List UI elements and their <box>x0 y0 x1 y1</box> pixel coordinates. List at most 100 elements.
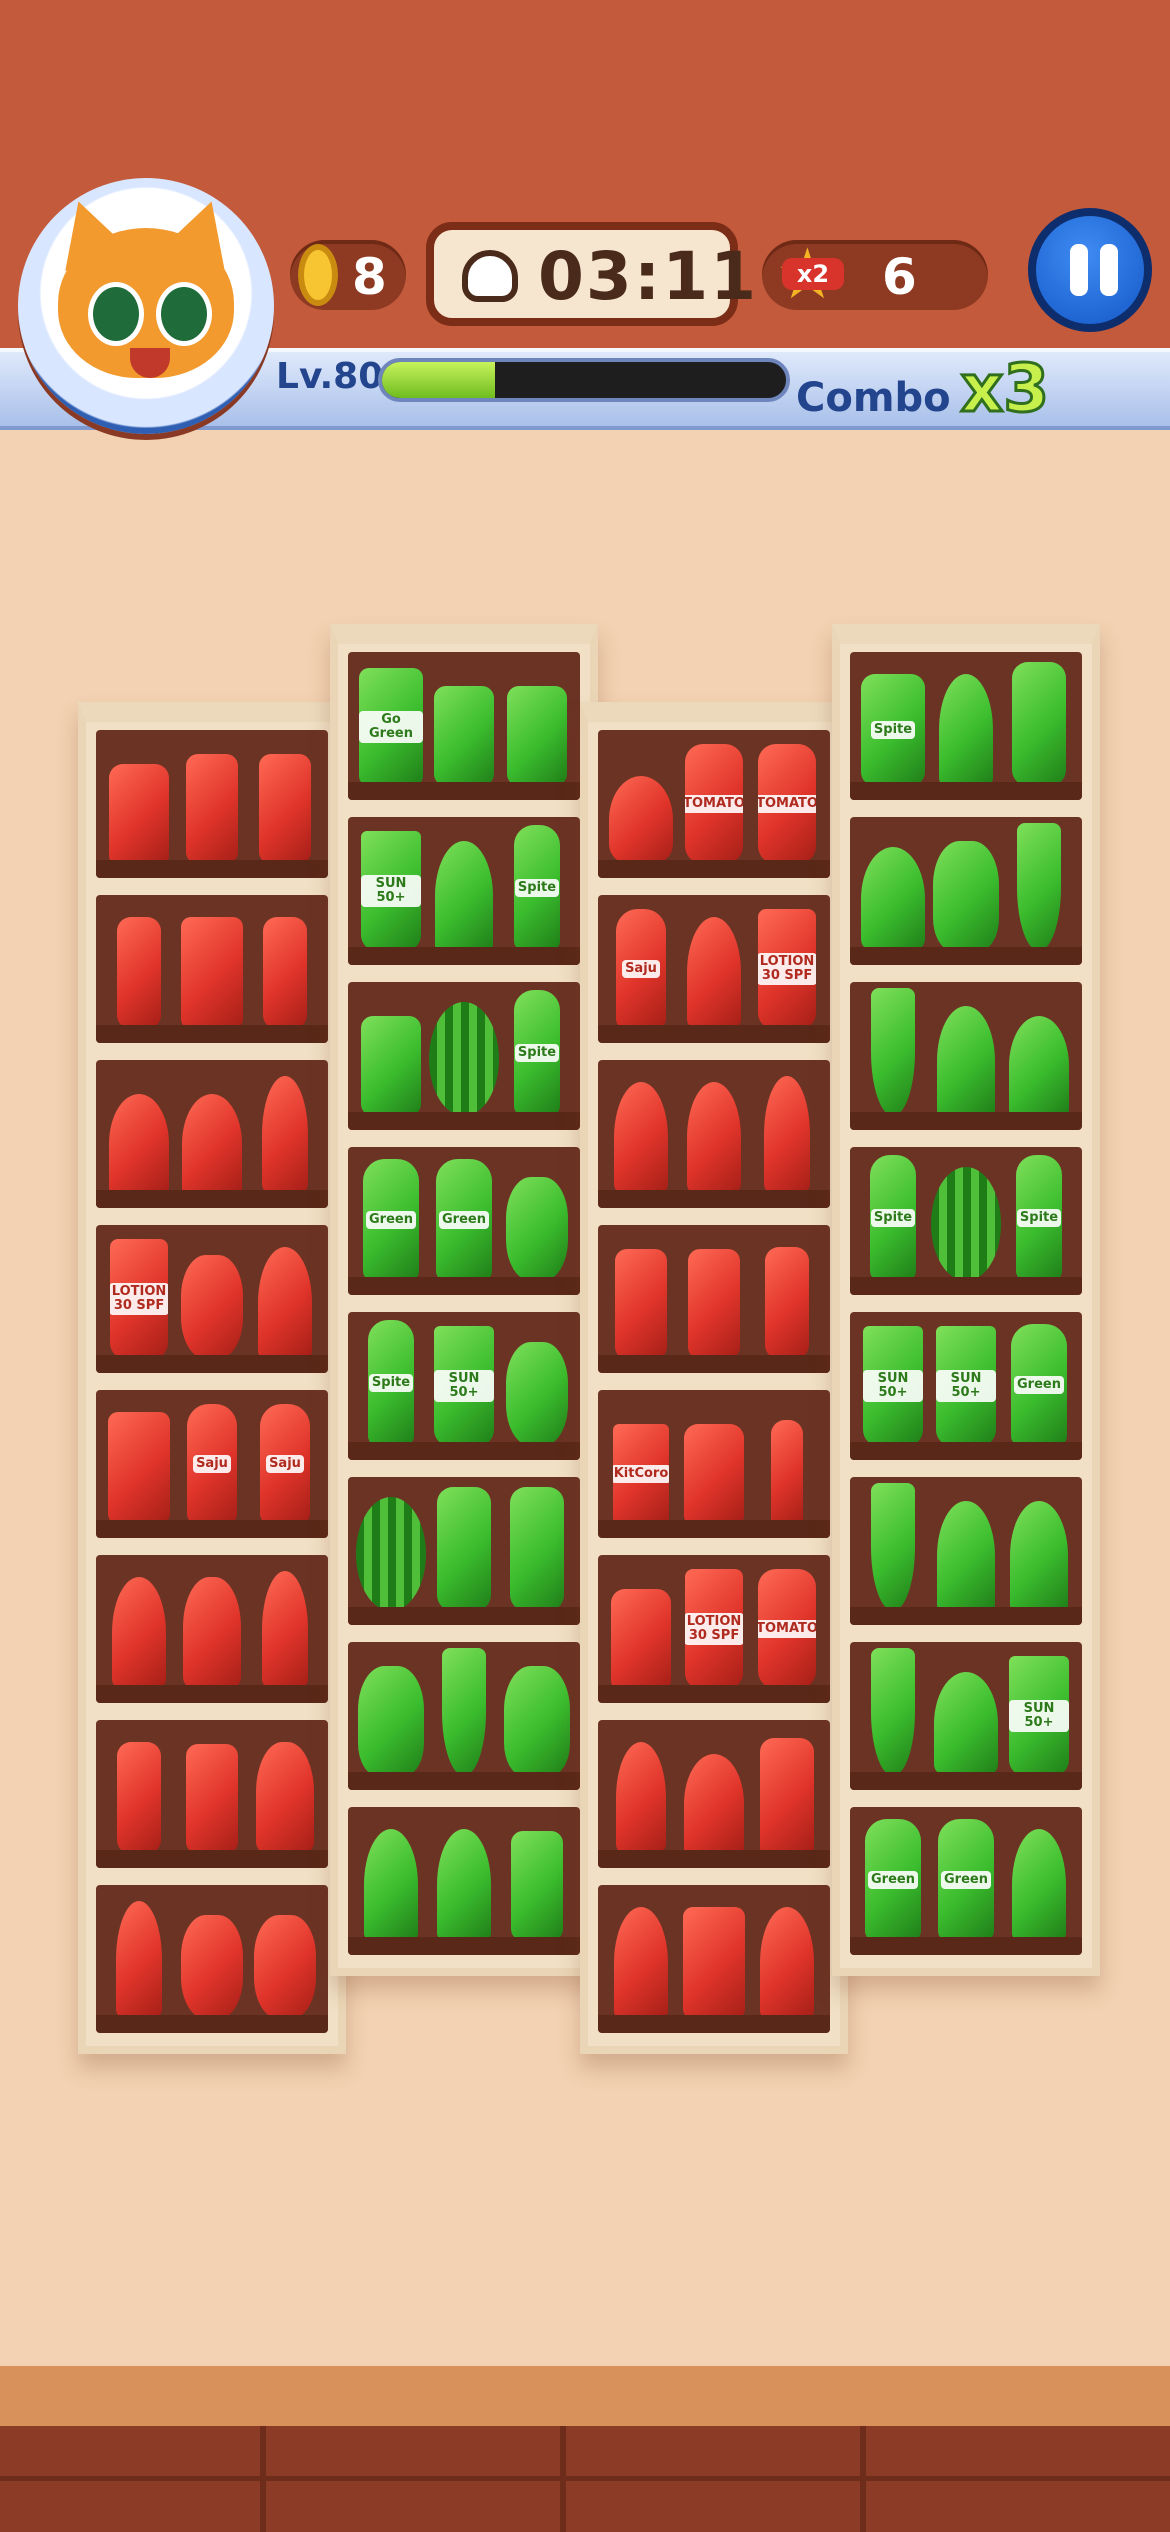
green-vase-icon[interactable] <box>931 841 1001 951</box>
red-soju-bottle-icon[interactable]: Saju <box>177 1404 247 1524</box>
red-thermos-icon[interactable] <box>250 917 320 1029</box>
red-lipstick-icon[interactable] <box>752 1420 822 1524</box>
green-cupcake-icon[interactable] <box>931 1672 1001 1776</box>
green-bottle-icon[interactable]: Green <box>429 1159 499 1281</box>
shelf-cell[interactable] <box>348 1807 580 1955</box>
green-pencil-icon[interactable] <box>858 988 928 1116</box>
red-soju-bottle-icon[interactable]: Saju <box>250 1404 320 1524</box>
red-rocket-icon[interactable] <box>679 917 749 1029</box>
green-soda-bottle-icon[interactable]: Spite <box>356 1320 426 1446</box>
red-hand-mirror-icon[interactable] <box>250 1247 320 1359</box>
red-lotion-tube-icon[interactable]: LOTION 30 SPF <box>679 1569 749 1689</box>
shelf-cell[interactable] <box>348 1477 580 1625</box>
red-game-console-icon[interactable] <box>104 1412 174 1524</box>
green-desk-lamp-icon[interactable] <box>1004 1016 1074 1116</box>
red-walkie-talkie-icon[interactable] <box>606 1249 676 1359</box>
shelf-cell[interactable]: SUN 50+ Spite <box>348 817 580 965</box>
green-bottle-icon[interactable]: Green <box>356 1159 426 1281</box>
green-watermelon-icon[interactable] <box>356 1497 426 1611</box>
green-pencil-icon[interactable] <box>429 1648 499 1776</box>
green-soda-bottle-icon[interactable]: Spite <box>502 825 572 951</box>
shelf-cell[interactable] <box>348 1642 580 1790</box>
shelf-cell[interactable] <box>96 1060 328 1208</box>
green-vase-icon[interactable] <box>502 1666 572 1776</box>
red-rocket-icon[interactable] <box>104 1577 174 1689</box>
shelf-cell[interactable]: Green Green <box>850 1807 1082 1955</box>
green-tree-icon[interactable] <box>429 841 499 951</box>
shelf-cell[interactable] <box>598 1060 830 1208</box>
green-watermelon-icon[interactable] <box>429 1002 499 1116</box>
red-hand-mirror-icon[interactable] <box>752 1907 822 2019</box>
red-hairbrush-icon[interactable] <box>250 1571 320 1689</box>
green-sunscreen-icon[interactable]: SUN 50+ <box>931 1326 1001 1446</box>
red-lotion-tube-icon[interactable]: LOTION 30 SPF <box>104 1239 174 1359</box>
red-ufo-icon[interactable] <box>606 776 676 864</box>
green-pencil-icon[interactable] <box>858 1648 928 1776</box>
green-hand-mirror-icon[interactable] <box>1004 1829 1074 1941</box>
pause-button[interactable] <box>1028 208 1152 332</box>
green-sunscreen-icon[interactable]: SUN 50+ <box>429 1326 499 1446</box>
shelf-cell[interactable]: Spite SUN 50+ <box>348 1312 580 1460</box>
red-desk-lamp-icon[interactable] <box>679 1754 749 1854</box>
green-cupcake-icon[interactable] <box>858 847 928 951</box>
green-dumbbell-icon[interactable] <box>356 1016 426 1116</box>
red-hairbrush-icon[interactable] <box>752 1076 822 1194</box>
shelf-cell[interactable]: Spite Spite <box>850 1147 1082 1295</box>
shelf-cell[interactable]: Green Green <box>348 1147 580 1295</box>
red-thermos-icon[interactable] <box>104 917 174 1029</box>
green-macaron-stack-icon[interactable] <box>502 1177 572 1281</box>
red-macaron-stack-icon[interactable] <box>177 1915 247 2019</box>
red-hairbrush-icon[interactable] <box>104 1901 174 2019</box>
green-sunscreen-icon[interactable]: SUN 50+ <box>1004 1656 1074 1776</box>
green-dumbbell-icon[interactable] <box>502 686 572 786</box>
shelf-cell[interactable]: Saju Saju <box>96 1390 328 1538</box>
shelf-cell[interactable]: LOTION 30 SPF <box>96 1225 328 1373</box>
red-walkie-talkie-icon[interactable] <box>177 1744 247 1854</box>
red-chocolate-bar-icon[interactable]: KitCoro <box>606 1424 676 1524</box>
red-gift-bag-icon[interactable] <box>606 1589 676 1689</box>
shelf-cell[interactable] <box>850 817 1082 965</box>
red-hairbrush-icon[interactable] <box>250 1076 320 1194</box>
green-sippy-bottle-icon[interactable] <box>429 1487 499 1611</box>
shelf-cell[interactable] <box>598 1720 830 1868</box>
red-desk-lamp-icon[interactable] <box>104 1094 174 1194</box>
green-vase-icon[interactable] <box>356 1666 426 1776</box>
shelf-cell[interactable]: TOMATO TOMATO <box>598 730 830 878</box>
green-soda-can-icon[interactable]: Spite <box>858 674 928 786</box>
red-gift-bag-icon[interactable] <box>104 764 174 864</box>
red-ketchup-bottle-icon[interactable]: TOMATO <box>752 1569 822 1689</box>
green-dumbbell-icon[interactable] <box>429 686 499 786</box>
shelf-cell[interactable] <box>598 1225 830 1373</box>
green-pencil-icon[interactable] <box>858 1483 928 1611</box>
red-soju-bottle-icon[interactable]: Saju <box>606 909 676 1029</box>
shelf-cell[interactable] <box>850 982 1082 1130</box>
red-game-console-icon[interactable] <box>679 1907 749 2019</box>
shelf-cell[interactable]: Spite <box>850 652 1082 800</box>
green-macaron-stack-icon[interactable] <box>502 1342 572 1446</box>
shelf-cell[interactable] <box>96 730 328 878</box>
green-juice-box-icon[interactable]: Go Green <box>356 668 426 786</box>
green-sunscreen-icon[interactable]: SUN 50+ <box>356 831 426 951</box>
shelf-cell[interactable]: Go Green <box>348 652 580 800</box>
shelf-cell[interactable]: KitCoro <box>598 1390 830 1538</box>
shelf-cell[interactable]: Saju LOTION 30 SPF <box>598 895 830 1043</box>
red-gift-bag-icon[interactable] <box>679 1424 749 1524</box>
red-lotion-tube-icon[interactable]: LOTION 30 SPF <box>752 909 822 1029</box>
green-bottle-icon[interactable]: Green <box>1004 1324 1074 1446</box>
green-soda-bottle-icon[interactable]: Spite <box>858 1155 928 1281</box>
shelf-cell[interactable]: LOTION 30 SPF TOMATO <box>598 1555 830 1703</box>
red-macaron-stack-icon[interactable] <box>177 1255 247 1359</box>
red-popsicle-icon[interactable] <box>606 1742 676 1854</box>
red-ketchup-bottle-icon[interactable]: TOMATO <box>679 744 749 864</box>
shelf-cell[interactable] <box>96 895 328 1043</box>
green-tree-icon[interactable] <box>931 1501 1001 1611</box>
green-sippy-bottle-icon[interactable] <box>502 1487 572 1611</box>
green-sippy-bottle-icon[interactable] <box>1004 662 1074 786</box>
green-walkie-talkie-icon[interactable] <box>502 1831 572 1941</box>
green-bottle-icon[interactable]: Green <box>858 1819 928 1941</box>
green-bottle-icon[interactable]: Green <box>931 1819 1001 1941</box>
shelf-cell[interactable] <box>96 1555 328 1703</box>
green-sunscreen-icon[interactable]: SUN 50+ <box>858 1326 928 1446</box>
red-walkie-talkie-icon[interactable] <box>679 1249 749 1359</box>
green-pencil-icon[interactable] <box>1004 823 1074 951</box>
